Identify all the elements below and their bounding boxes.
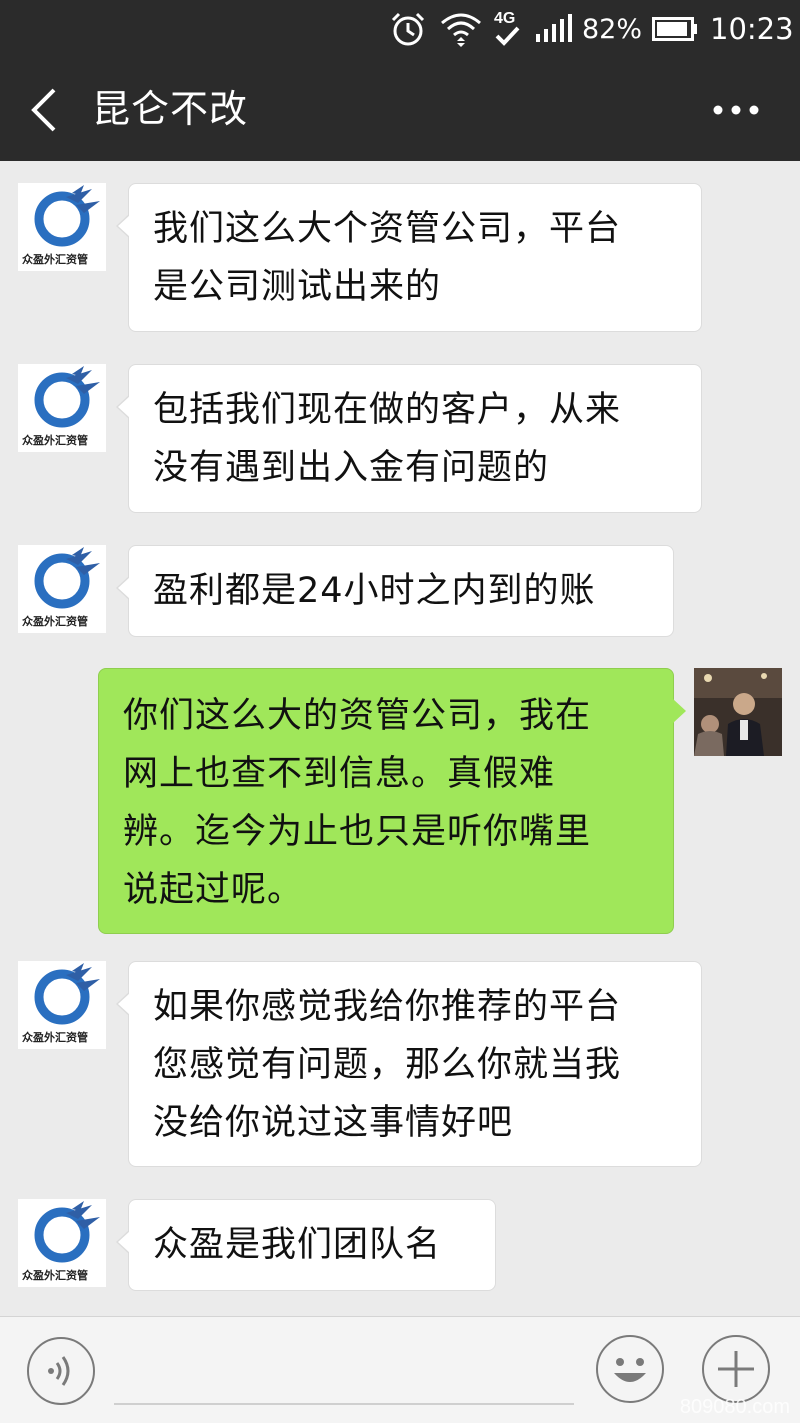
voice-icon — [48, 1356, 70, 1386]
message-line: 辨。迄今为止也只是听你嘴里 — [123, 812, 592, 852]
signal-icon — [536, 14, 572, 42]
back-arrow-icon[interactable] — [26, 84, 60, 136]
emoji-button[interactable] — [596, 1335, 664, 1403]
input-bar: 809080.com — [0, 1316, 800, 1423]
more-functions-button[interactable] — [702, 1335, 770, 1403]
voice-input-button[interactable] — [27, 1337, 95, 1405]
alarm-icon — [391, 12, 425, 46]
message-line: 你们这么大的资管公司，我在 — [123, 696, 592, 736]
message-line: 是公司测试出来的 — [153, 267, 442, 307]
message-line: 网上也查不到信息。真假难 — [123, 754, 556, 794]
contact-avatar[interactable]: 众盈外汇资管 — [18, 545, 106, 633]
message-line: 众盈是我们团队名 — [153, 1225, 442, 1265]
message-bubble[interactable]: 盈利都是24小时之内到的账 — [116, 545, 674, 637]
user-photo-icon — [694, 668, 782, 756]
contact-avatar[interactable]: 众盈外汇资管 — [18, 961, 106, 1049]
message-bubble[interactable]: 包括我们现在做的客户，从来 没有遇到出入金有问题的 — [116, 364, 702, 513]
watermark-text: 809080.com — [679, 1396, 790, 1418]
message-line: 没给你说过这事情好吧 — [153, 1103, 514, 1143]
avatar-caption: 众盈外汇资管 — [22, 1269, 88, 1282]
message-bubble-self[interactable]: 你们这么大的资管公司，我在 网上也查不到信息。真假难 辨。迄今为止也只是听你嘴里… — [98, 668, 686, 934]
avatar-caption: 众盈外汇资管 — [22, 253, 88, 266]
wifi-icon — [441, 13, 481, 47]
contact-avatar[interactable]: 众盈外汇资管 — [18, 1199, 106, 1287]
my-avatar[interactable] — [694, 668, 782, 756]
plus-icon — [718, 1351, 754, 1387]
message-bubble[interactable]: 众盈是我们团队名 — [116, 1199, 496, 1291]
message-bubble[interactable]: 如果你感觉我给你推荐的平台 您感觉有问题，那么你就当我 没给你说过这事情好吧 — [116, 961, 702, 1167]
message-line: 如果你感觉我给你推荐的平台 — [153, 987, 622, 1027]
status-bar: 4G 82% 10:23 — [0, 0, 800, 58]
4g-icon: 4G — [494, 10, 520, 46]
contact-avatar[interactable]: 众盈外汇资管 — [18, 364, 106, 452]
message-input[interactable] — [114, 1403, 574, 1405]
emoji-icon — [614, 1358, 646, 1382]
svg-text:4G: 4G — [494, 10, 515, 27]
chat-header: 昆仑不改 — [0, 58, 800, 161]
avatar-caption: 众盈外汇资管 — [22, 615, 88, 628]
clock: 10:23 — [710, 12, 794, 46]
contact-avatar[interactable]: 众盈外汇资管 — [18, 183, 106, 271]
message-line: 盈利都是24小时之内到的账 — [153, 571, 596, 611]
message-line: 没有遇到出入金有问题的 — [153, 448, 550, 488]
avatar-caption: 众盈外汇资管 — [22, 434, 88, 447]
message-line: 我们这么大个资管公司，平台 — [153, 209, 622, 249]
more-options-icon[interactable] — [712, 94, 760, 126]
message-line: 您感觉有问题，那么你就当我 — [153, 1045, 622, 1085]
message-bubble[interactable]: 我们这么大个资管公司，平台 是公司测试出来的 — [116, 183, 702, 332]
avatar-caption: 众盈外汇资管 — [22, 1031, 88, 1044]
message-line: 包括我们现在做的客户，从来 — [153, 390, 622, 430]
battery-percent: 82% — [582, 13, 643, 45]
chat-title: 昆仑不改 — [92, 87, 249, 131]
battery-icon — [652, 17, 697, 41]
message-line: 说起过呢。 — [123, 870, 304, 910]
